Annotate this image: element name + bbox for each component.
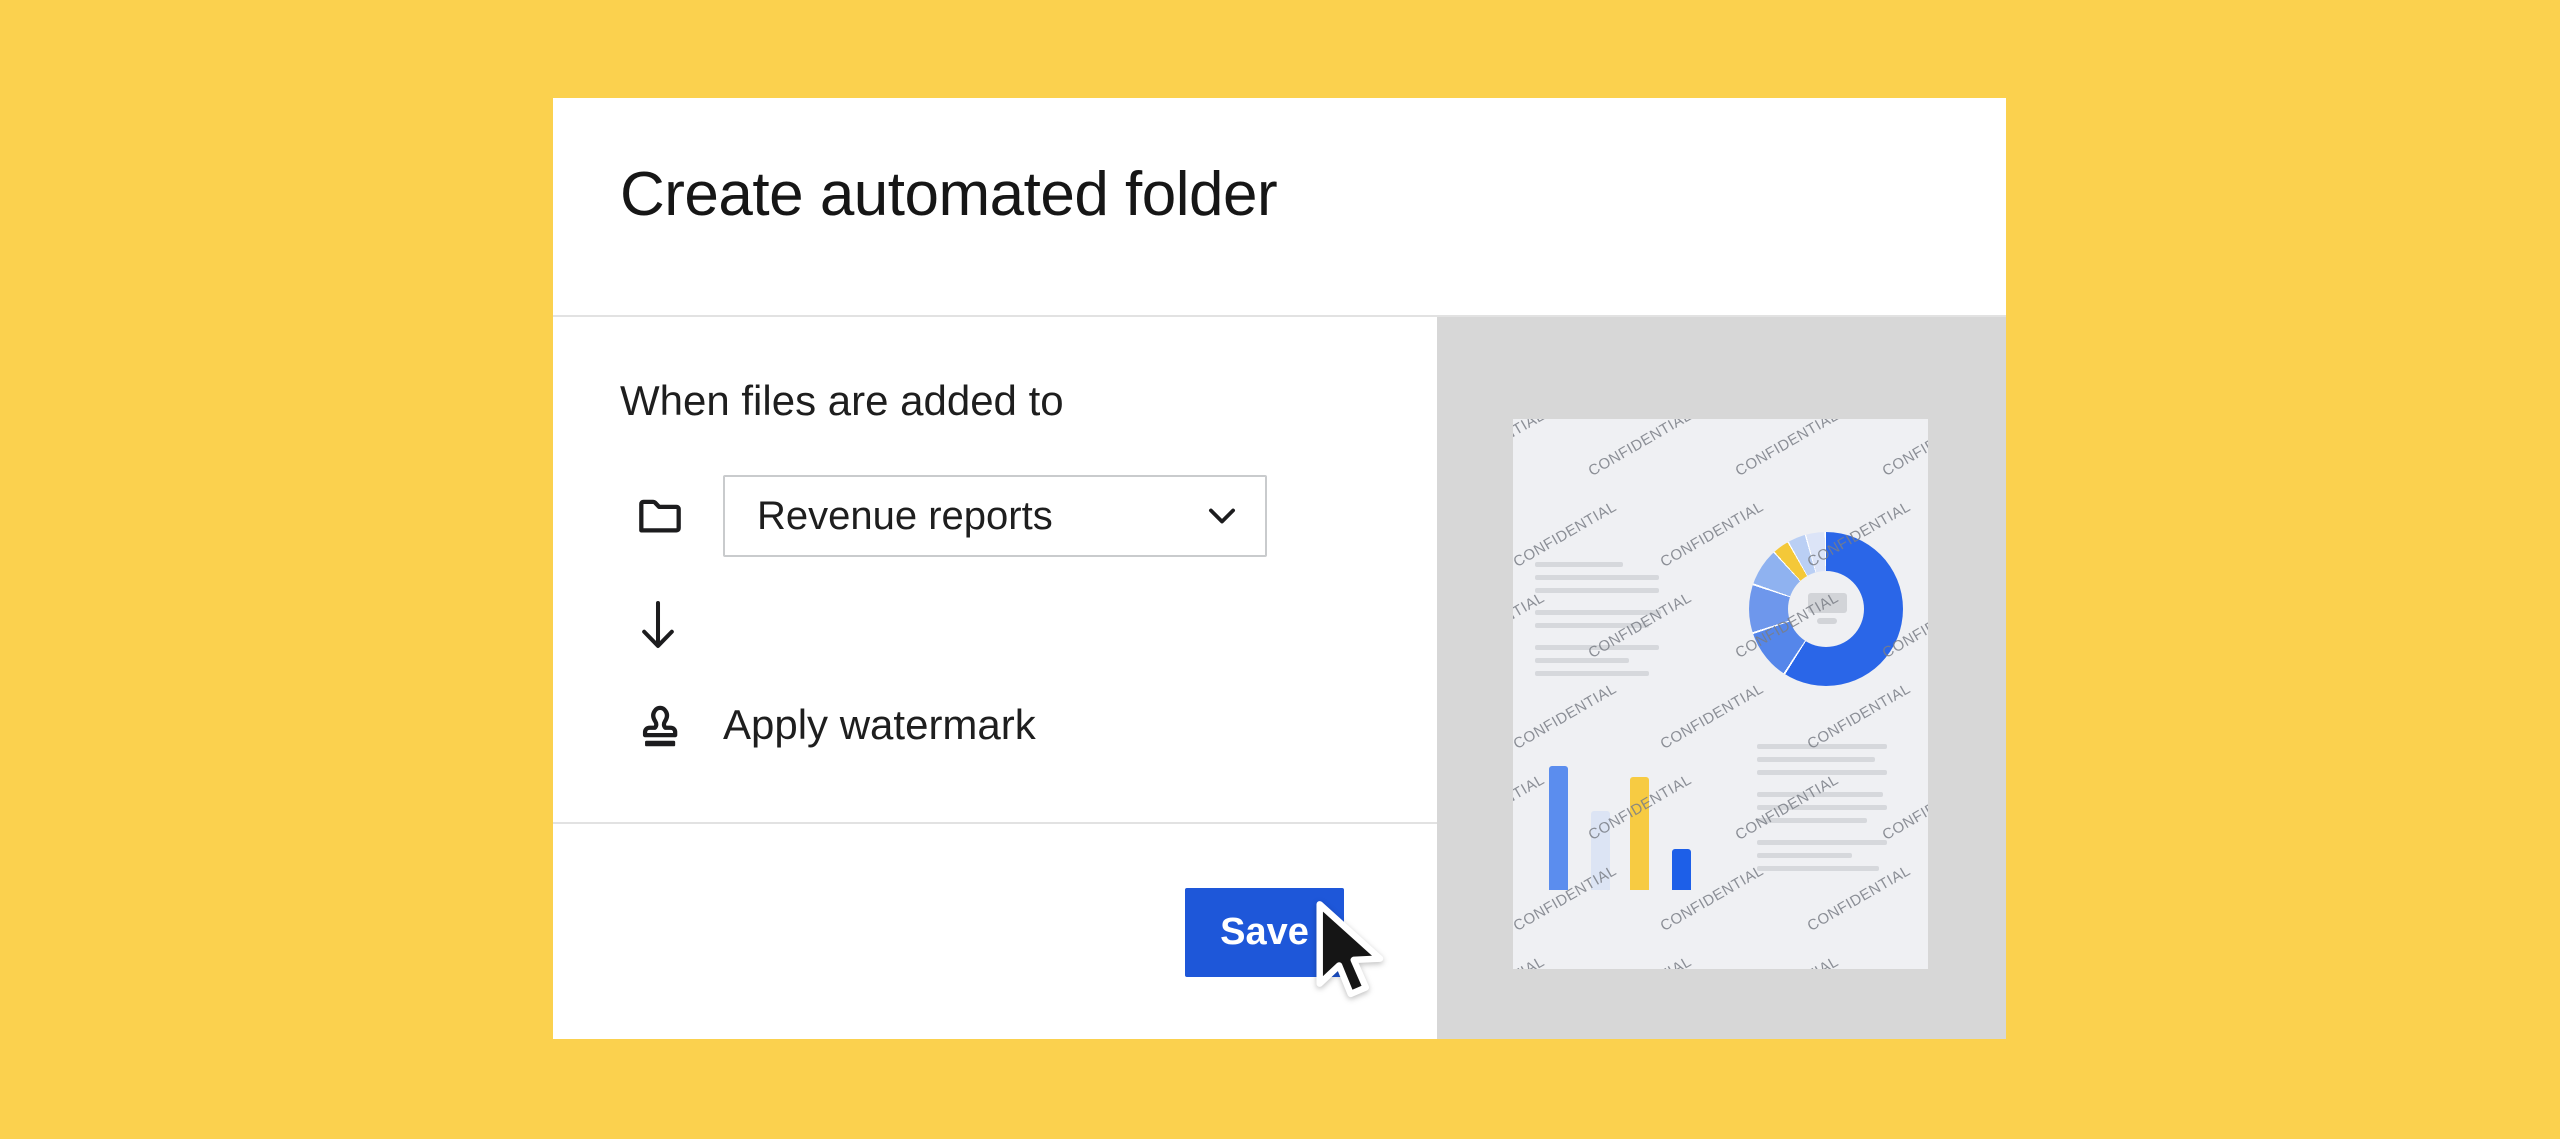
- mouse-pointer-icon: [1316, 901, 1384, 998]
- folder-select-value: Revenue reports: [757, 493, 1053, 538]
- trigger-heading: When files are added to: [620, 377, 1064, 424]
- preview-bar: [1591, 811, 1610, 890]
- preview-bar: [1672, 849, 1691, 890]
- folder-select[interactable]: Revenue reports: [723, 475, 1267, 557]
- footer-divider: [553, 822, 1437, 824]
- preview-bar: [1630, 777, 1649, 890]
- folder-icon: [639, 499, 681, 533]
- arrow-down-icon: [642, 600, 674, 648]
- donut-center-label: [1808, 593, 1847, 613]
- page-background: Create automated folder When files are a…: [0, 0, 2560, 1139]
- stamp-icon: [642, 705, 678, 747]
- preview-bar: [1549, 766, 1568, 890]
- preview-donut-chart: [1749, 532, 1903, 686]
- donut-hole: [1788, 571, 1864, 647]
- donut-center-sublabel: [1817, 618, 1837, 624]
- preview-panel: CONFIDENTIAL CONFIDENTIAL CONFIDENTIAL CONF…: [1437, 317, 2006, 1039]
- chevron-down-icon: [1209, 508, 1235, 524]
- modal-header: Create automated folder: [553, 98, 2006, 317]
- create-automated-folder-modal: Create automated folder When files are a…: [553, 98, 2006, 1039]
- page-title: Create automated folder: [620, 160, 1278, 229]
- watermarked-document-preview: CONFIDENTIAL CONFIDENTIAL CONFIDENTIAL CONF…: [1513, 419, 1928, 969]
- save-button-label: Save: [1220, 911, 1309, 953]
- preview-bar-chart: [1513, 419, 1928, 969]
- action-label: Apply watermark: [723, 701, 1036, 748]
